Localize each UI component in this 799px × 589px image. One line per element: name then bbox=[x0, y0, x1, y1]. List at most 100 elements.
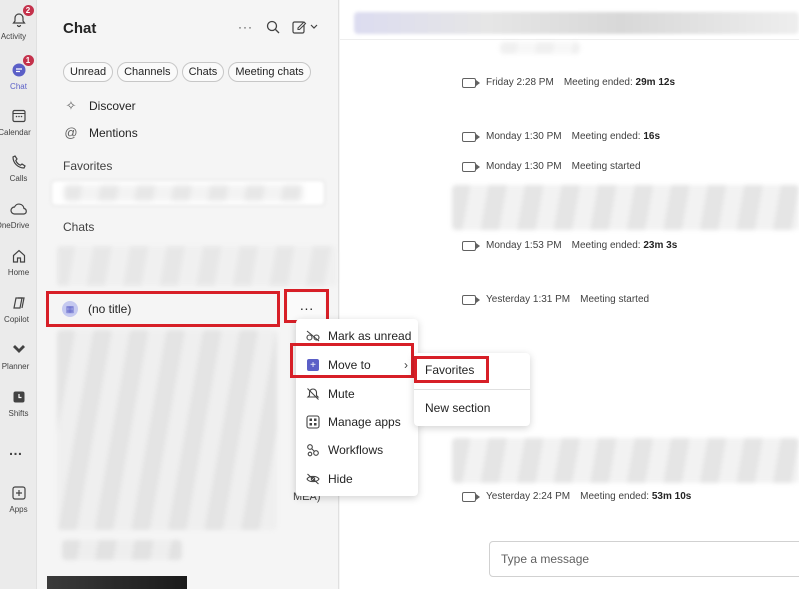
more-apps-icon: … bbox=[8, 442, 24, 458]
blurred-chat-item[interactable] bbox=[57, 246, 337, 286]
submenu-item-new-section[interactable]: New section bbox=[425, 401, 490, 415]
phone-icon bbox=[9, 152, 29, 172]
meeting-event: Monday 1:53 PM Meeting ended: 23m 3s bbox=[462, 240, 677, 251]
meeting-event: Monday 1:30 PM Meeting ended: 16s bbox=[462, 131, 660, 142]
video-camera-icon bbox=[462, 131, 480, 142]
video-camera-icon bbox=[462, 491, 480, 502]
glasses-icon bbox=[306, 329, 320, 343]
highlight-box bbox=[414, 356, 489, 383]
event-time: Yesterday 1:31 PM bbox=[486, 294, 571, 305]
rail-label: Calendar bbox=[0, 128, 31, 137]
submenu-divider bbox=[414, 389, 530, 390]
favorites-section-label[interactable]: Favorites bbox=[63, 159, 112, 173]
chat-badge: 1 bbox=[21, 54, 35, 67]
apps-grid-icon bbox=[306, 415, 320, 429]
event-text: Meeting started bbox=[580, 294, 650, 305]
rail-label: Chat bbox=[10, 82, 27, 91]
rail-planner[interactable]: Planner bbox=[0, 340, 37, 371]
blurred-header bbox=[354, 12, 799, 34]
conversation-pane: Friday 2:28 PM Meeting ended: 29m 12s Mo… bbox=[340, 0, 799, 589]
event-time: Monday 1:30 PM bbox=[486, 131, 562, 142]
rail-calendar[interactable]: Calendar bbox=[0, 106, 37, 137]
message-compose-input[interactable]: Type a message bbox=[489, 541, 799, 577]
menu-item-hide[interactable]: Hide bbox=[296, 466, 418, 492]
rail-apps[interactable]: Apps bbox=[0, 483, 37, 514]
menu-item-mute[interactable]: Mute bbox=[296, 381, 418, 407]
video-camera-icon bbox=[462, 294, 480, 305]
rail-calls[interactable]: Calls bbox=[0, 152, 37, 183]
rail-home[interactable]: Home bbox=[0, 246, 37, 277]
rail-more[interactable]: … bbox=[0, 440, 37, 460]
bell-off-icon bbox=[306, 387, 320, 401]
event-time: Monday 1:30 PM bbox=[486, 161, 562, 172]
highlight-box bbox=[46, 291, 280, 327]
discover-label: Discover bbox=[89, 99, 136, 113]
event-text: Meeting started bbox=[571, 161, 641, 172]
conversation-header bbox=[340, 0, 799, 40]
blurred-chat-item[interactable] bbox=[62, 540, 182, 560]
event-duration: 29m 12s bbox=[635, 77, 676, 88]
favorite-chat-item[interactable] bbox=[51, 180, 325, 206]
menu-item-label: Hide bbox=[328, 472, 353, 486]
rail-label: Home bbox=[7, 268, 30, 277]
chats-section-label[interactable]: Chats bbox=[63, 220, 94, 234]
rail-shifts[interactable]: Shifts bbox=[0, 387, 37, 418]
filter-unread[interactable]: Unread bbox=[63, 62, 114, 82]
event-text: Meeting ended: bbox=[571, 131, 641, 142]
mentions-item[interactable]: @ Mentions bbox=[63, 125, 138, 140]
blurred-message bbox=[452, 185, 799, 230]
event-duration: 53m 10s bbox=[651, 491, 692, 502]
new-chat-button[interactable] bbox=[292, 20, 320, 37]
meeting-event: Yesterday 2:24 PM Meeting ended: 53m 10s bbox=[462, 491, 691, 502]
highlight-box bbox=[290, 343, 414, 378]
blurred-chat-list[interactable] bbox=[57, 330, 277, 530]
activity-badge: 2 bbox=[21, 4, 35, 17]
blurred-chat-item[interactable] bbox=[47, 576, 187, 589]
menu-item-label: Workflows bbox=[328, 443, 384, 457]
filter-chips: Unread Channels Chats Meeting chats bbox=[63, 62, 311, 82]
app-rail: 2 Activity 1 Chat Calendar Calls OneDriv… bbox=[0, 0, 37, 589]
rail-label: Activity bbox=[0, 32, 27, 41]
chat-icon: 1 bbox=[9, 54, 35, 80]
video-camera-icon bbox=[462, 161, 480, 172]
bell-icon: 2 bbox=[9, 4, 35, 30]
blurred-message bbox=[452, 438, 799, 483]
more-options-button[interactable]: ··· bbox=[238, 20, 253, 34]
rail-label: Apps bbox=[9, 505, 28, 514]
rail-label: Calls bbox=[9, 174, 28, 183]
rail-label: Planner bbox=[1, 362, 30, 371]
meeting-event: Yesterday 1:31 PM Meeting started bbox=[462, 294, 649, 305]
rail-label: OneDrive bbox=[0, 221, 30, 230]
menu-item-manage-apps[interactable]: Manage apps bbox=[296, 409, 418, 435]
discover-item[interactable]: ✧ Discover bbox=[63, 98, 136, 114]
rail-copilot[interactable]: Copilot bbox=[0, 293, 37, 324]
menu-item-workflows[interactable]: Workflows bbox=[296, 437, 418, 463]
filter-meeting-chats[interactable]: Meeting chats bbox=[228, 62, 311, 82]
at-icon: @ bbox=[64, 125, 78, 140]
workflow-icon bbox=[306, 443, 320, 457]
copilot-icon bbox=[9, 293, 29, 313]
event-duration: 16s bbox=[643, 131, 661, 142]
event-time: Yesterday 2:24 PM bbox=[486, 491, 571, 502]
menu-item-label: Mark as unread bbox=[328, 329, 412, 343]
filter-chats[interactable]: Chats bbox=[181, 62, 225, 82]
search-icon[interactable] bbox=[266, 20, 280, 37]
blurred-text bbox=[500, 42, 580, 54]
mentions-label: Mentions bbox=[89, 125, 138, 140]
event-text: Meeting ended: bbox=[571, 240, 641, 251]
rail-label: Shifts bbox=[8, 409, 29, 418]
meeting-event: Friday 2:28 PM Meeting ended: 29m 12s bbox=[462, 77, 675, 88]
rail-onedrive[interactable]: OneDrive bbox=[0, 199, 37, 230]
event-time: Monday 1:53 PM bbox=[486, 240, 562, 251]
menu-item-label: Manage apps bbox=[328, 415, 401, 429]
add-apps-icon bbox=[9, 483, 29, 503]
rail-activity[interactable]: 2 Activity bbox=[0, 4, 37, 41]
sparkle-icon: ✧ bbox=[65, 98, 77, 113]
planner-icon bbox=[9, 340, 29, 360]
eye-off-icon bbox=[306, 472, 320, 486]
rail-chat[interactable]: 1 Chat bbox=[0, 54, 37, 91]
filter-channels[interactable]: Channels bbox=[117, 62, 178, 82]
highlight-box bbox=[284, 289, 329, 323]
calendar-icon bbox=[9, 106, 29, 126]
home-icon bbox=[9, 246, 29, 266]
